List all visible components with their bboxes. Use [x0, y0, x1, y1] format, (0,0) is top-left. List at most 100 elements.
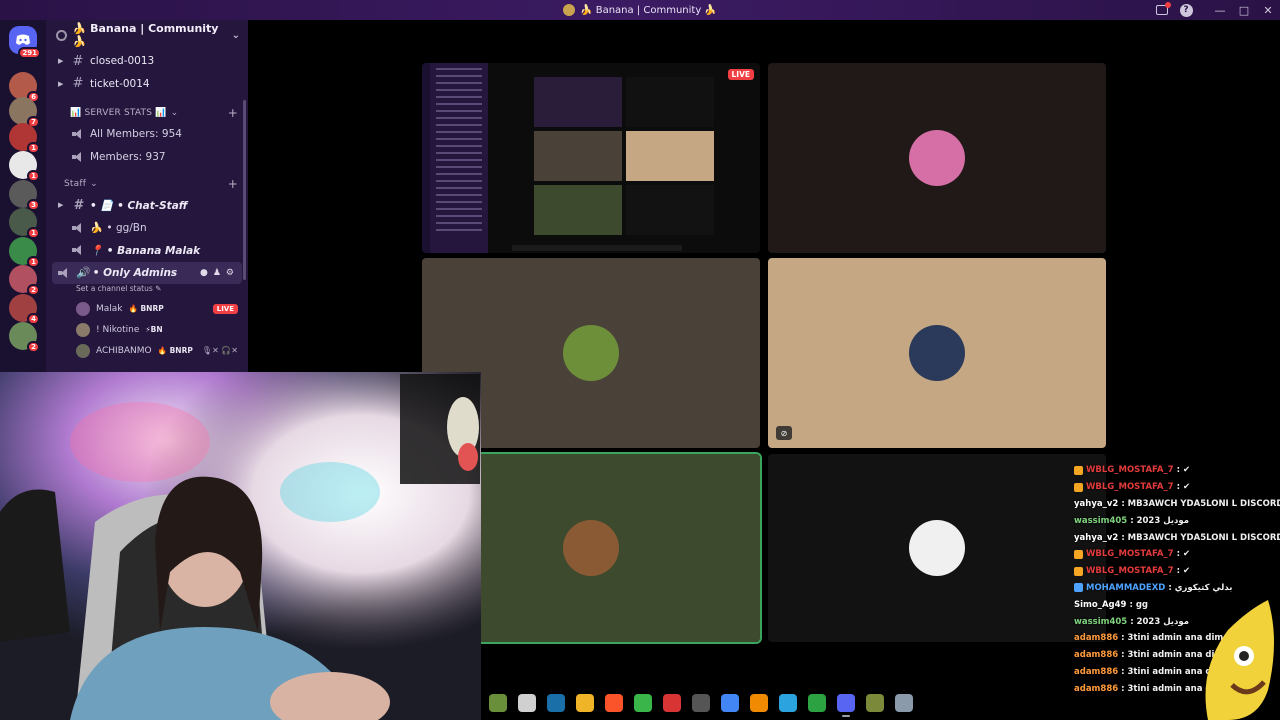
channel-status[interactable]: Set a channel status ✎: [46, 284, 248, 298]
minimize-button[interactable]: —: [1208, 0, 1232, 20]
discord-icon: [16, 34, 30, 45]
chat-message: MOHAMMADEXD: بدلي كتيكوري: [1068, 580, 1280, 597]
channel-label: Members: 937: [90, 150, 166, 163]
live-badge: LIVE: [727, 69, 754, 80]
explorer-icon[interactable]: [576, 694, 594, 712]
gear-icon[interactable]: ⚙: [226, 268, 234, 278]
chevron-right-icon: ▶: [58, 201, 64, 210]
chat-message: WBLG_MOSTAFA_7: ✔: [1068, 479, 1280, 496]
terminal-icon[interactable]: [634, 694, 652, 712]
avatar: [909, 325, 965, 381]
chat-message: wassim405: 2023 موديل: [1068, 512, 1280, 529]
participant-tile[interactable]: [768, 63, 1106, 253]
chat-username: Simo_Ag49: [1074, 599, 1127, 610]
voice-user[interactable]: Malak 🔥 BNRP LIVE: [46, 298, 248, 319]
discord-icon[interactable]: [837, 694, 855, 717]
inbox-button[interactable]: [1150, 0, 1174, 20]
channel-label: 🍌 • gg/Bn: [90, 222, 147, 235]
channel-closed-0013[interactable]: ▶ # closed-0013: [46, 50, 248, 73]
chat-text: : ✔: [1176, 549, 1191, 560]
voice-user-name: ! Nikotine: [96, 324, 140, 335]
server-header[interactable]: 🍌 Banana | Community 🍌 ⌄: [46, 20, 248, 50]
chat-username: adam886: [1074, 650, 1119, 661]
settings-icon[interactable]: [895, 694, 913, 712]
hash-icon: #: [73, 197, 83, 213]
chat-message: WBLG_MOSTAFA_7: ✔: [1068, 462, 1280, 479]
webcam-image: [0, 372, 481, 720]
telegram-icon[interactable]: [779, 694, 797, 712]
avatar: [909, 520, 965, 576]
chevron-down-icon: ⌄: [90, 179, 98, 189]
voice-user[interactable]: ! Nikotine ⚡BN: [46, 319, 248, 340]
widgets-icon[interactable]: [489, 694, 507, 712]
avatar: [76, 301, 90, 316]
unread-badge: 1: [27, 227, 40, 239]
server-icon[interactable]: 4: [9, 294, 40, 325]
brave-icon[interactable]: [605, 694, 623, 712]
channel-banana-malak[interactable]: 📍 • Banana Malak: [46, 239, 248, 262]
close-button[interactable]: ✕: [1256, 0, 1280, 20]
channel-label: 🔊 • Only Admins: [76, 267, 178, 280]
steam-icon[interactable]: [547, 694, 565, 712]
voice-user[interactable]: ACHIBANMO 🔥 BNRP 🎙✕ 🎧✕: [46, 340, 248, 361]
channel-label: • 📄 • Chat-Staff: [90, 199, 188, 212]
avatar: [563, 520, 619, 576]
channel-members[interactable]: Members: 937: [46, 146, 248, 169]
chat-username: wassim405: [1074, 515, 1128, 526]
chat-badge-icon: [1074, 465, 1083, 475]
server-icon[interactable]: 1: [9, 237, 40, 268]
xbox-icon[interactable]: [808, 694, 826, 712]
server-icon[interactable]: 2: [9, 322, 40, 353]
app-icon[interactable]: [866, 694, 884, 712]
server-icon[interactable]: 2: [9, 265, 40, 296]
channel-all-members[interactable]: All Members: 954: [46, 123, 248, 146]
chat-badge-icon: [1074, 566, 1083, 576]
avatar: [563, 325, 619, 381]
channel-label: closed-0013: [90, 55, 155, 68]
webcam-overlay: [0, 372, 481, 720]
obs-icon[interactable]: [692, 694, 710, 712]
chat-text: : MB3AWCH YDA5LONI L DISCORD: [1121, 532, 1280, 543]
chat-message: WBLG_MOSTAFA_7: ✔: [1068, 563, 1280, 580]
participant-tile[interactable]: [768, 454, 1106, 642]
server-icon[interactable]: 1: [9, 123, 40, 154]
add-member-icon[interactable]: ♟: [213, 268, 221, 278]
chat-username: adam886: [1074, 633, 1119, 644]
sidebar-scrollbar[interactable]: [243, 100, 246, 280]
chat-username: wassim405: [1074, 616, 1128, 627]
banana-mascot-icon: [1205, 600, 1274, 720]
server-icon[interactable]: 6: [9, 72, 40, 103]
server-icon[interactable]: 1: [9, 208, 40, 239]
channel-gg-bn[interactable]: 🍌 • gg/Bn: [46, 217, 248, 240]
help-button[interactable]: ?: [1174, 0, 1198, 20]
title-bar: 🍌 Banana | Community 🍌 ? — □ ✕: [0, 0, 1280, 20]
server-icon[interactable]: 3: [9, 180, 40, 211]
channel-ticket-0014[interactable]: ▶ # ticket-0014: [46, 73, 248, 96]
server-icon[interactable]: 7: [9, 97, 40, 128]
speaker-icon: [58, 267, 70, 278]
chat-text: : MB3AWCH YDA5LONI L DISCORD: [1121, 498, 1280, 509]
file-icon[interactable]: [518, 694, 536, 712]
channel-chat-staff[interactable]: ▶ # • 📄 • Chat-Staff: [46, 194, 248, 217]
screenshare-tile[interactable]: LIVE: [422, 63, 760, 253]
channel-only-admins[interactable]: 🔊 • Only Admins ● ♟ ⚙: [52, 261, 242, 284]
home-button[interactable]: 291: [9, 26, 41, 59]
category-staff[interactable]: Staff ⌄ +: [46, 174, 248, 194]
vlc-icon[interactable]: [750, 694, 768, 712]
unread-badge: 2: [27, 341, 40, 353]
voice-user-tag: 🔥 BNRP: [157, 346, 193, 355]
chrome-icon[interactable]: [721, 694, 739, 712]
server-icon[interactable]: 1: [9, 151, 40, 182]
maximize-button[interactable]: □: [1232, 0, 1256, 20]
category-server-stats[interactable]: 📊 SERVER STATS 📊 ⌄ +: [46, 103, 248, 123]
app-icon[interactable]: [663, 694, 681, 712]
server-rail: 291 6711311242: [0, 20, 46, 372]
category-label: 📊 SERVER STATS 📊: [70, 108, 167, 118]
voice-user-tag: ⚡BN: [145, 325, 163, 334]
live-badge: LIVE: [212, 303, 238, 314]
inbox-icon: [1156, 2, 1171, 15]
chat-message: yahya_v2: MB3AWCH YDA5LONI L DISCORD: [1068, 496, 1280, 513]
server-name: 🍌 Banana | Community 🍌: [72, 22, 219, 48]
chat-icon[interactable]: ●: [200, 268, 208, 278]
participant-tile[interactable]: ⊘: [768, 258, 1106, 448]
